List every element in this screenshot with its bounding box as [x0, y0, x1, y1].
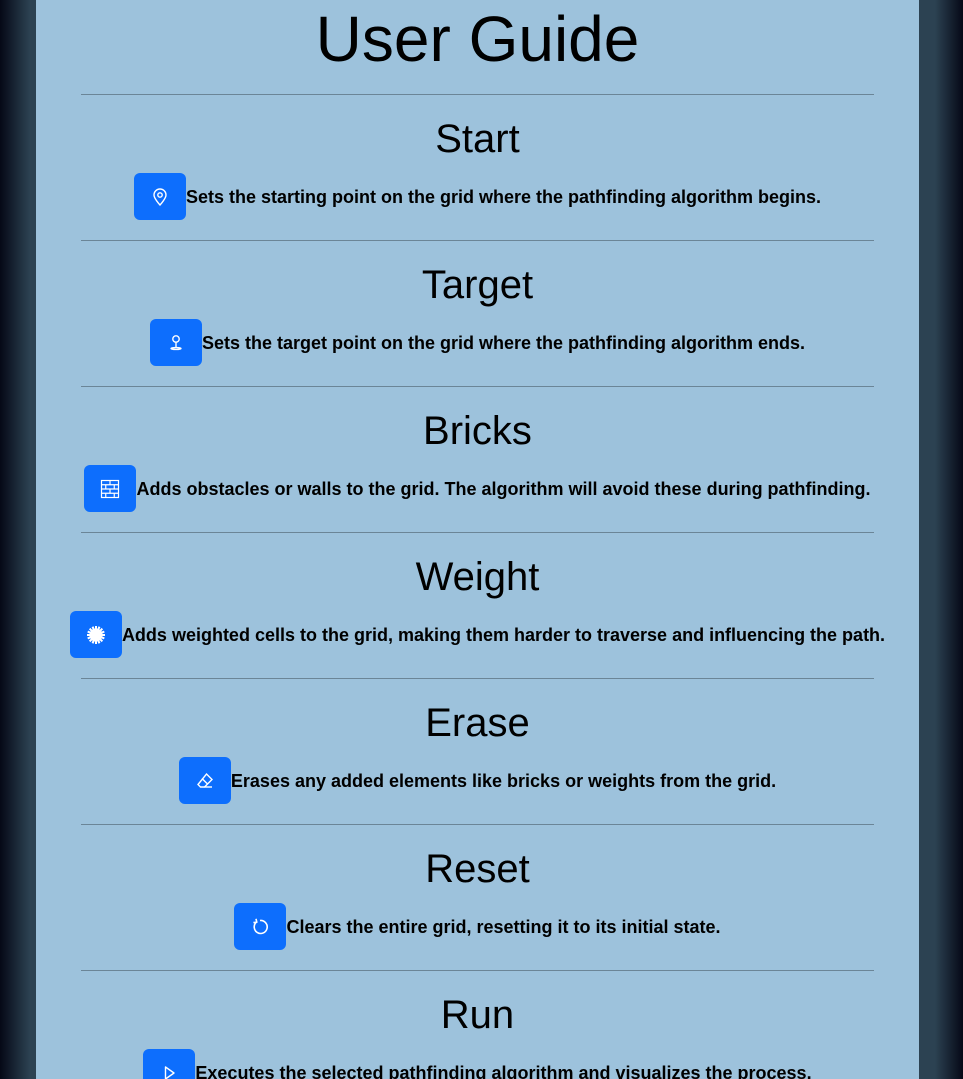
section-title-start: Start — [435, 117, 520, 161]
weight-gear-icon — [86, 625, 105, 644]
section-title-target: Target — [421, 263, 534, 307]
section-title-erase: Erase — [425, 701, 530, 745]
bricks-button[interactable] — [84, 465, 137, 512]
guide-row-erase: Erases any added elements like bricks or… — [36, 757, 919, 804]
divider — [81, 532, 874, 533]
eraser-icon — [196, 772, 213, 788]
start-button[interactable] — [133, 173, 186, 220]
reset-icon — [253, 918, 269, 934]
section-title-weight: Weight — [415, 555, 540, 599]
guide-row-bricks: Adds obstacles or walls to the grid. The… — [36, 465, 919, 512]
bricks-icon — [101, 479, 120, 498]
play-icon — [165, 1065, 176, 1079]
user-guide-panel: User Guide Start Sets the starting point… — [36, 0, 919, 1079]
guide-row-target: Sets the target point on the grid where … — [36, 319, 919, 366]
map-pin-icon — [153, 187, 167, 206]
section-title-reset: Reset — [425, 847, 530, 891]
guide-row-weight: Adds weighted cells to the grid, making … — [36, 611, 919, 658]
section-title-bricks: Bricks — [423, 409, 532, 453]
divider — [81, 970, 874, 971]
section-title-run: Run — [440, 993, 515, 1037]
target-button[interactable] — [149, 319, 202, 366]
bricks-description: Adds obstacles or walls to the grid. The… — [136, 478, 871, 499]
target-pin-icon — [170, 334, 182, 350]
page-title: User Guide — [315, 3, 640, 75]
guide-row-start: Sets the starting point on the grid wher… — [36, 173, 919, 220]
divider — [81, 94, 874, 95]
weight-description: Adds weighted cells to the grid, making … — [121, 624, 886, 645]
run-description: Executes the selected pathfinding algori… — [195, 1062, 812, 1079]
reset-description: Clears the entire grid, resetting it to … — [286, 916, 721, 937]
erase-button[interactable] — [178, 757, 231, 804]
guide-row-run: Executes the selected pathfinding algori… — [36, 1049, 919, 1079]
target-description: Sets the target point on the grid where … — [201, 332, 806, 353]
weight-button[interactable] — [69, 611, 122, 658]
guide-row-reset: Clears the entire grid, resetting it to … — [36, 903, 919, 950]
divider — [81, 240, 874, 241]
run-button[interactable] — [143, 1049, 196, 1079]
reset-button[interactable] — [234, 903, 287, 950]
erase-description: Erases any added elements like bricks or… — [230, 770, 777, 791]
divider — [81, 824, 874, 825]
divider — [81, 386, 874, 387]
start-description: Sets the starting point on the grid wher… — [185, 186, 821, 207]
divider — [81, 678, 874, 679]
